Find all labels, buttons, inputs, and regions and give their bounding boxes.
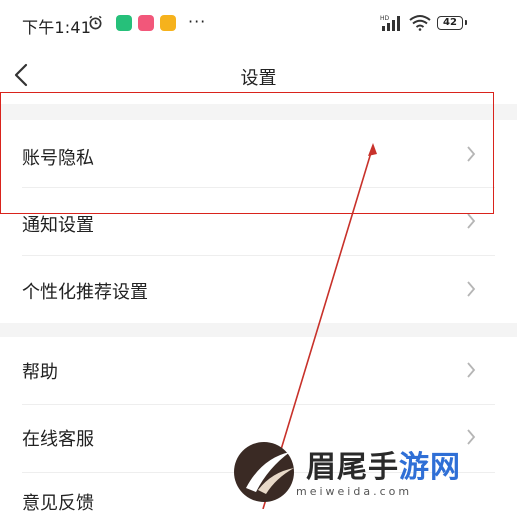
alarm-icon <box>89 15 102 30</box>
chevron-right-icon <box>467 146 476 162</box>
wifi-icon <box>409 15 431 31</box>
chevron-right-icon <box>467 281 476 297</box>
app-icon-green <box>116 15 132 31</box>
settings-item-personalized-recommendations[interactable]: 个性化推荐设置 <box>0 256 517 323</box>
settings-item-help[interactable]: 帮助 <box>0 337 517 404</box>
chevron-right-icon <box>467 213 476 229</box>
section-gap <box>0 104 517 120</box>
settings-item-label: 在线客服 <box>22 429 94 450</box>
settings-item-label: 账号隐私 <box>22 148 94 169</box>
settings-item-account-privacy[interactable]: 账号隐私 <box>0 120 517 187</box>
settings-item-label: 通知设置 <box>22 215 94 236</box>
svg-text:HD: HD <box>380 15 390 22</box>
chevron-right-icon <box>467 429 476 445</box>
settings-item-feedback[interactable]: 意见反馈 <box>0 473 517 514</box>
hd-signal-icon: HD <box>380 15 400 31</box>
nav-bar: 设置 <box>0 46 517 104</box>
settings-item-label: 帮助 <box>22 362 58 383</box>
section-gap <box>0 323 517 337</box>
settings-item-online-service[interactable]: 在线客服 <box>0 405 517 472</box>
battery-icon: 42 <box>437 16 467 30</box>
settings-item-notifications[interactable]: 通知设置 <box>0 188 517 255</box>
status-time: 下午1:41 <box>22 18 92 37</box>
status-bar: 下午1:41 ··· HD 42 <box>0 0 517 46</box>
chevron-right-icon <box>467 362 476 378</box>
page-title: 设置 <box>240 68 277 89</box>
settings-item-label: 意见反馈 <box>22 493 94 514</box>
app-icon-pink <box>138 15 154 31</box>
more-dots-icon: ··· <box>188 12 207 31</box>
app-icon-yellow <box>160 15 176 31</box>
settings-item-label: 个性化推荐设置 <box>22 282 148 303</box>
